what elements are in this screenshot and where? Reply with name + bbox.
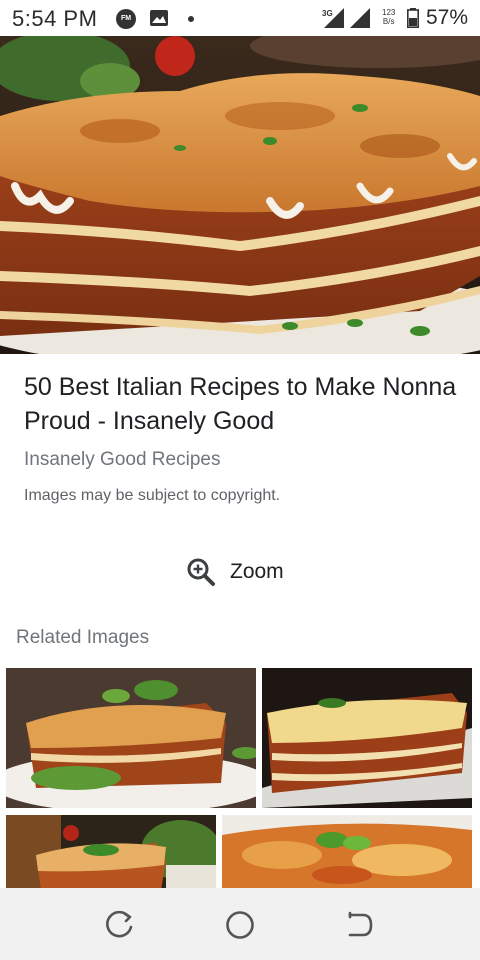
more-notifications-icon — [188, 16, 194, 22]
related-image-4[interactable] — [222, 815, 472, 890]
signal-strength-icon — [350, 8, 370, 28]
zoom-label: Zoom — [230, 560, 284, 583]
related-image-2-photo — [262, 668, 472, 808]
network-type-label: 3G — [322, 9, 333, 18]
status-time: 5:54 PM — [12, 6, 98, 31]
network-speed-unit: B/s — [382, 17, 395, 26]
network-speed: 123 B/s — [382, 8, 395, 26]
network-speed-value: 123 — [382, 8, 396, 17]
battery-icon — [407, 8, 419, 28]
zoom-button[interactable]: Zoom — [186, 552, 284, 592]
back-icon[interactable] — [343, 908, 377, 942]
battery-percentage: 57% — [426, 6, 469, 29]
lasagna-photo — [0, 36, 480, 354]
related-image-1-photo — [6, 668, 256, 808]
result-title[interactable]: 50 Best Italian Recipes to Make Nonna Pr… — [24, 370, 464, 438]
related-images-heading: Related Images — [16, 627, 150, 648]
gallery-notification-icon — [150, 10, 168, 26]
related-image-4-photo — [222, 815, 472, 890]
image-viewer-screen: 5:54 PM FM 3G 123 B/s 57% 50 Best Italia… — [0, 0, 480, 960]
status-bar: 5:54 PM FM 3G 123 B/s 57% — [0, 0, 480, 36]
related-image-3[interactable] — [6, 815, 216, 890]
recent-apps-icon[interactable] — [103, 908, 137, 942]
navigation-bar — [0, 888, 480, 960]
main-image[interactable] — [0, 36, 480, 354]
copyright-notice: Images may be subject to copyright. — [24, 487, 281, 504]
home-icon[interactable] — [223, 908, 257, 942]
signal-3g-icon: 3G — [322, 8, 344, 28]
related-image-2[interactable] — [262, 668, 472, 808]
related-image-3-photo — [6, 815, 216, 890]
related-image-1[interactable] — [6, 668, 256, 808]
zoom-in-icon — [187, 558, 215, 586]
result-source[interactable]: Insanely Good Recipes — [24, 449, 220, 471]
fm-radio-icon: FM — [116, 9, 136, 29]
